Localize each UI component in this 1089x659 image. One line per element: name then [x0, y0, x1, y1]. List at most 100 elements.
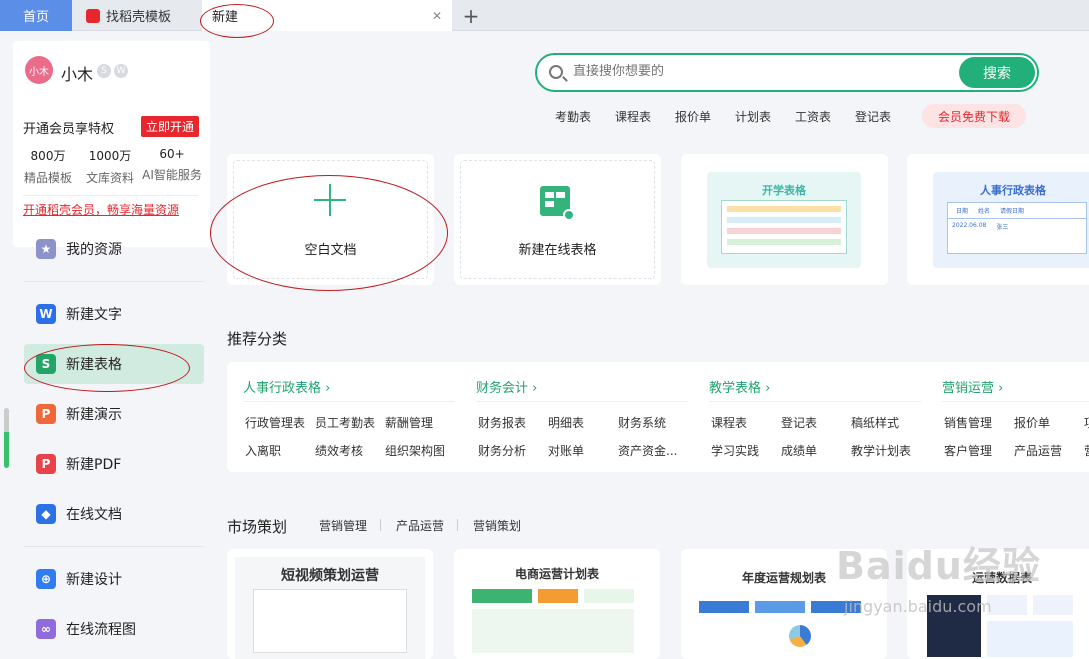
design-icon: ⊕ [36, 569, 56, 589]
add-tab-button[interactable]: + [458, 0, 484, 31]
sidebar: 小木 小木 S W 开通会员享特权 立即开通 800万 精品模板 1000万 文… [0, 31, 212, 650]
stat-label: AI智能服务 [142, 168, 202, 182]
category-item[interactable]: 行政管理表 [245, 414, 305, 431]
sidebar-item-new-writer[interactable]: W 新建文字 [24, 294, 204, 334]
market-tab[interactable]: 营销策划 [473, 517, 521, 534]
search-input[interactable] [573, 64, 953, 79]
template-thumbnail: 电商运营计划表 [462, 557, 652, 659]
category-heading-label: 营销运营 [942, 381, 995, 396]
category-heading-teaching[interactable]: 教学表格 › [709, 377, 770, 396]
category-item[interactable]: 产品运营 [1014, 442, 1062, 459]
card-label: 新建在线表格 [518, 243, 597, 258]
category-item[interactable]: 成绩单 [781, 442, 817, 459]
category-item[interactable]: 明细表 [548, 414, 584, 431]
close-icon[interactable]: ✕ [432, 9, 442, 23]
category-item[interactable]: 登记表 [781, 414, 817, 431]
open-vip-button[interactable]: 立即开通 [141, 116, 200, 137]
category-heading-label: 教学表格 [709, 381, 762, 396]
category-item[interactable]: 报价单 [1014, 414, 1050, 431]
sidebar-item-flowchart[interactable]: ∞ 在线流程图 [24, 609, 204, 649]
category-item[interactable]: 销售管理 [944, 414, 992, 431]
search-tag[interactable]: 考勤表 [555, 108, 591, 125]
category-item[interactable]: 学习实践 [711, 442, 759, 459]
category-item[interactable]: 项 [1084, 414, 1089, 431]
sidebar-item-online-doc[interactable]: ◆ 在线文档 [24, 494, 204, 534]
category-item[interactable]: 对账单 [548, 442, 584, 459]
divider [24, 281, 204, 282]
category-heading-marketing[interactable]: 营销运营 › [942, 377, 1003, 396]
stat-value: 800万 [30, 149, 66, 163]
recommend-section-title: 推荐分类 [227, 330, 288, 348]
search-tag[interactable]: 计划表 [735, 108, 771, 125]
search-box: 搜索 [535, 53, 1039, 92]
annotation-ring [24, 344, 190, 392]
school-template-card[interactable]: 开学表格 [681, 154, 888, 285]
annotation-ring [210, 175, 448, 291]
category-item[interactable]: 营 [1084, 442, 1089, 459]
category-item[interactable]: 客户管理 [944, 442, 992, 459]
sidebar-item-my-resources[interactable]: ★ 我的资源 [24, 229, 204, 269]
tab-daoke-templates[interactable]: 找稻壳模板 [74, 0, 200, 31]
category-item[interactable]: 入离职 [245, 442, 281, 459]
template-title: 短视频策划运营 [281, 568, 379, 584]
template-title: 人事行政表格 [980, 184, 1046, 197]
stat-label: 精品模板 [23, 171, 72, 185]
sidebar-item-new-pdf[interactable]: P 新建PDF [24, 444, 204, 484]
search-tag[interactable]: 登记表 [855, 108, 891, 125]
divider [24, 546, 204, 547]
hr-cell: 2022.06.08 [952, 222, 987, 229]
stat-value: 60+ [159, 147, 185, 161]
user-name: 小木 [61, 65, 94, 84]
star-icon: ★ [36, 239, 56, 259]
badge-w-icon: W [114, 64, 128, 78]
sidebar-item-label: 新建PDF [66, 457, 122, 473]
market-tab[interactable]: 产品运营 [396, 517, 444, 534]
daoke-icon [86, 8, 100, 23]
stat-label: 文库资料 [85, 171, 134, 185]
category-heading-finance[interactable]: 财务会计 › [476, 377, 537, 396]
sidebar-item-new-presentation[interactable]: P 新建演示 [24, 394, 204, 434]
category-item[interactable]: 财务系统 [618, 414, 666, 431]
category-item[interactable]: 资产资金... [618, 442, 677, 459]
hr-template-card[interactable]: 人事行政表格 日期 姓名 请假日期 2022.06.08 张三 [907, 154, 1089, 285]
category-heading-label: 人事行政表格 [243, 381, 322, 396]
search-tag[interactable]: 报价单 [675, 108, 711, 125]
flowchart-icon: ∞ [36, 619, 56, 639]
sidebar-item-label: 我的资源 [66, 242, 122, 258]
template-card[interactable]: 短视频策划运营 [227, 549, 433, 659]
template-card[interactable]: 电商运营计划表 [454, 549, 660, 659]
category-item[interactable]: 员工考勤表 [315, 414, 375, 431]
category-item[interactable]: 薪酬管理 [385, 414, 433, 431]
hr-cell: 张三 [996, 224, 1009, 231]
vip-free-download-button[interactable]: 会员免费下载 [922, 104, 1026, 128]
writer-icon: W [36, 304, 56, 324]
search-button[interactable]: 搜索 [959, 57, 1035, 88]
cloud-doc-icon: ◆ [36, 504, 56, 524]
new-online-sheet-card[interactable]: 新建在线表格 [454, 154, 661, 285]
divider [380, 519, 381, 531]
hr-col: 日期 [956, 208, 969, 215]
category-item[interactable]: 绩效考核 [315, 442, 363, 459]
search-tag[interactable]: 工资表 [795, 108, 831, 125]
category-item[interactable]: 稿纸样式 [851, 414, 899, 431]
sidebar-item-new-design[interactable]: ⊕ 新建设计 [24, 559, 204, 599]
search-tag[interactable]: 课程表 [615, 108, 651, 125]
category-item[interactable]: 教学计划表 [851, 442, 911, 459]
divider [243, 401, 455, 402]
category-item[interactable]: 课程表 [711, 414, 747, 431]
presentation-icon: P [36, 404, 56, 424]
sidebar-item-label: 新建演示 [66, 407, 122, 423]
avatar[interactable]: 小木 [25, 56, 53, 84]
vip-promo-link[interactable]: 开通稻壳会员，畅享海量资源 [23, 201, 179, 218]
online-sheet-icon [540, 186, 575, 221]
baidu-watermark-url: jingyan.baidu.com [844, 597, 992, 616]
scrollbar[interactable] [4, 408, 9, 468]
tab-bar: 首页 找稻壳模板 新建 ✕ + [0, 0, 1089, 31]
category-item[interactable]: 财务分析 [478, 442, 526, 459]
template-thumbnail: 开学表格 [707, 172, 861, 268]
tab-home[interactable]: 首页 [0, 0, 72, 31]
category-item[interactable]: 组织架构图 [385, 442, 445, 459]
market-tab[interactable]: 营销管理 [319, 517, 367, 534]
category-heading-hr[interactable]: 人事行政表格 › [243, 377, 330, 396]
category-item[interactable]: 财务报表 [478, 414, 526, 431]
